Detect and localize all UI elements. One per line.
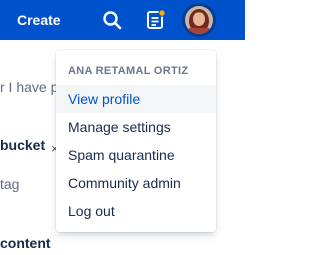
menu-user-name: ANA RETAMAL ORTIZ (68, 65, 189, 77)
notification-icon (147, 9, 166, 29)
background-tag-label: tag (0, 176, 20, 192)
log-out-menu-item[interactable]: Log out (56, 197, 216, 225)
background-section-heading: content (0, 235, 51, 251)
profile-dropdown-menu: ANA RETAMAL ORTIZ View profile Manage se… (56, 50, 216, 232)
notifications-button[interactable] (144, 8, 168, 32)
background-tag-title: bucket (0, 137, 46, 153)
spam-quarantine-menu-item[interactable]: Spam quarantine (56, 141, 216, 169)
manage-settings-menu-item[interactable]: Manage settings (56, 113, 216, 141)
background-text-line: r I have p (0, 79, 59, 95)
create-button[interactable]: Create (17, 9, 81, 31)
view-profile-menu-item[interactable]: View profile (56, 85, 216, 113)
search-button[interactable] (101, 9, 123, 31)
search-icon (103, 11, 122, 30)
avatar (185, 6, 213, 34)
top-navigation-bar: Create (0, 0, 245, 40)
avatar-button[interactable] (182, 3, 216, 37)
community-admin-menu-item[interactable]: Community admin (56, 169, 216, 197)
